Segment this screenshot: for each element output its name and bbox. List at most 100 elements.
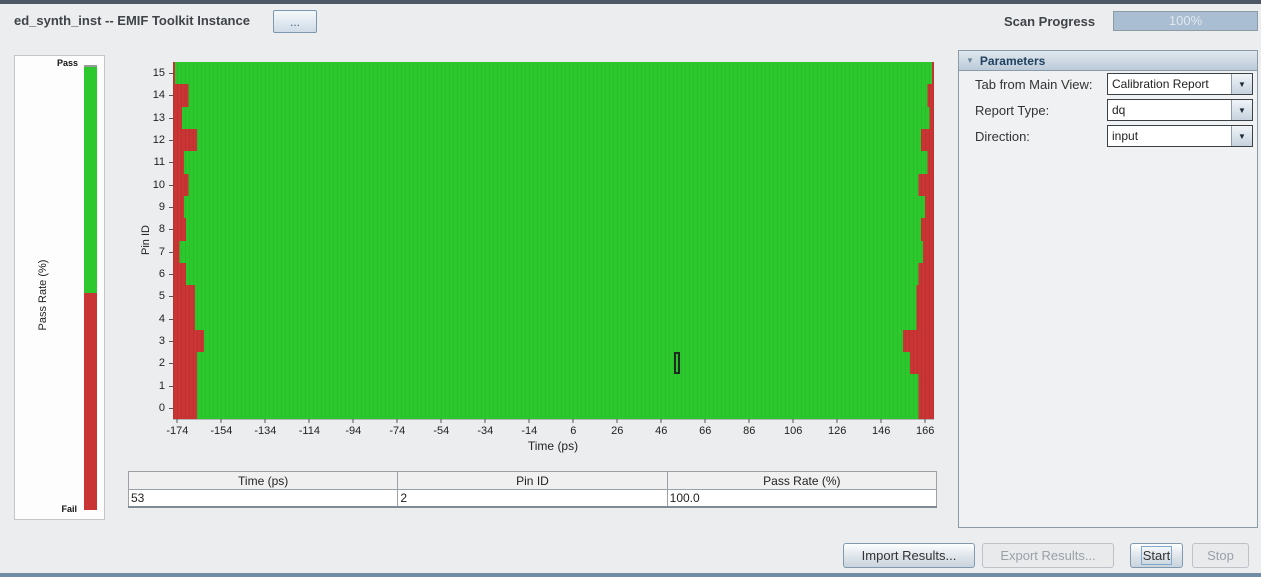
y-axis-tick-label: 1 [158,379,165,392]
parameters-header[interactable]: ▼ Parameters [959,51,1257,71]
y-axis-tick-label: 3 [158,334,165,347]
x-axis-tick-mark [440,419,442,423]
window-title: ed_synth_inst -- EMIF Toolkit Instance [14,13,250,28]
heatmap-row-pin-2[interactable] [173,352,934,375]
selected-cell-marker [673,352,680,375]
scan-progress-label: Scan Progress [1004,14,1096,29]
x-axis-tick-mark [308,419,310,423]
y-axis-tick-label: 14 [152,89,165,102]
pass-rate-heatmap[interactable] [173,62,934,420]
chevron-down-icon[interactable]: ▼ [1231,74,1252,94]
heatmap-row-pin-1[interactable] [173,374,934,397]
x-axis-tick-label: -74 [389,425,406,437]
y-axis-tick-label: 11 [153,156,165,169]
window-bottom-border [0,573,1261,577]
x-axis-tick-mark [924,419,926,423]
x-axis-tick-mark [484,419,486,423]
y-axis-tick-label: 15 [152,67,165,80]
y-axis: 15 14 13 12 11 10 9 8 7 6 5 4 3 2 1 0 [128,62,173,419]
x-axis-tick-label: 6 [570,425,577,437]
x-axis-tick-mark [880,419,882,423]
stop-button: Stop [1192,543,1249,568]
y-axis-tick-label: 8 [158,223,165,236]
x-axis-tick-mark [748,419,750,423]
x-axis-tick-label: -34 [477,425,494,437]
x-axis-tick-mark [220,419,222,423]
x-axis-tick-mark [704,419,706,423]
x-axis-tick-label: 46 [655,425,668,437]
x-axis-tick-label: 126 [828,425,847,437]
x-axis-tick-label: 86 [743,425,756,437]
y-axis-tick-label: 6 [158,267,165,280]
heatmap-row-pin-6[interactable] [173,262,934,286]
y-axis-tick-label: 13 [152,111,165,124]
legend-pass-label: Pass [56,58,78,68]
tab-from-main-view-label: Tab from Main View: [975,77,1093,92]
y-axis-tick-label: 2 [158,357,165,370]
heatmap-row-pin-15[interactable] [173,62,934,85]
heatmap-row-pin-7[interactable] [173,240,934,263]
heatmap-row-pin-12[interactable] [173,128,934,152]
x-axis-tick-label: -54 [433,425,450,437]
heatmap-row-pin-3[interactable] [173,329,934,353]
report-type-label: Report Type: [975,103,1050,118]
heatmap-row-pin-4[interactable] [173,307,934,330]
legend-fail-label: Fail [61,504,77,514]
y-axis-tick-label: 10 [152,178,165,191]
x-axis-tick-mark [352,419,354,423]
readout-pin-value: 2 [397,489,668,508]
start-button[interactable]: Start [1130,543,1183,568]
x-axis-tick-label: 106 [784,425,803,437]
readout-row: 53 2 100.0 [127,489,938,508]
import-results-button[interactable]: Import Results... [843,543,975,568]
export-results-button: Export Results... [982,543,1114,568]
x-axis-tick-mark [660,419,662,423]
x-axis-tick-mark [264,419,266,423]
heatmap-row-pin-8[interactable] [173,218,934,241]
x-axis: -174 -154 -134 -114 -94 -74 -54 -34 -14 6 26 46 66 86… [166,419,935,441]
x-axis-tick-mark [528,419,530,423]
y-axis-tick-label: 9 [158,201,165,214]
heatmap-row-pin-10[interactable] [173,173,934,196]
x-axis-tick-mark [396,419,398,423]
heatmap-row-pin-14[interactable] [173,84,934,107]
report-type-select[interactable]: dq ▼ [1107,99,1253,121]
chevron-down-icon[interactable]: ▼ [1231,100,1252,120]
heatmap-row-pin-5[interactable] [173,285,934,308]
x-axis-tick-label: -114 [298,425,320,437]
more-options-button[interactable]: ... [273,10,317,33]
direction-select[interactable]: input ▼ [1107,125,1253,147]
x-axis-tick-label: -134 [254,425,277,437]
legend-colorbar [84,65,97,510]
x-axis-tick-label: -14 [521,425,538,437]
readout-time-value: 53 [127,489,399,508]
chevron-down-icon[interactable]: ▼ [1231,126,1252,146]
y-axis-tick-label: 12 [152,134,165,147]
scan-progress-value: 100% [1168,13,1203,28]
readout-col-time: Time (ps) [127,471,399,490]
x-axis-title: Time (ps) [527,439,579,453]
x-axis-tick-mark [572,419,574,423]
pass-rate-legend-panel: Pass Fail Pass Rate (%) [14,55,105,520]
heatmap-row-pin-11[interactable] [173,151,934,174]
direction-value: input [1112,129,1139,143]
readout-table: Time (ps) Pin ID Pass Rate (%) 53 2 100.… [127,471,938,508]
x-axis-tick-label: -154 [210,425,233,437]
y-axis-tick-label: 7 [158,245,165,258]
x-axis-tick-label: 166 [915,425,935,437]
parameters-title: Parameters [979,53,1046,68]
y-axis-tick-label: 0 [158,401,165,414]
x-axis-tick-mark [792,419,794,423]
readout-col-passrate: Pass Rate (%) [666,471,938,490]
y-axis-tick-label: 4 [158,312,165,325]
tab-from-main-view-value: Calibration Report [1112,77,1209,91]
heatmap-row-pin-13[interactable] [173,106,934,129]
x-axis-tick-label: 26 [611,425,624,437]
tab-from-main-view-select[interactable]: Calibration Report ▼ [1107,73,1253,95]
x-axis-tick-mark [836,419,838,423]
x-axis-tick-label: 146 [871,425,891,437]
heatmap-row-pin-9[interactable] [173,195,934,219]
y-axis-tick-label: 5 [158,290,165,303]
window-top-border [0,0,1261,4]
heatmap-row-pin-0[interactable] [173,396,934,419]
